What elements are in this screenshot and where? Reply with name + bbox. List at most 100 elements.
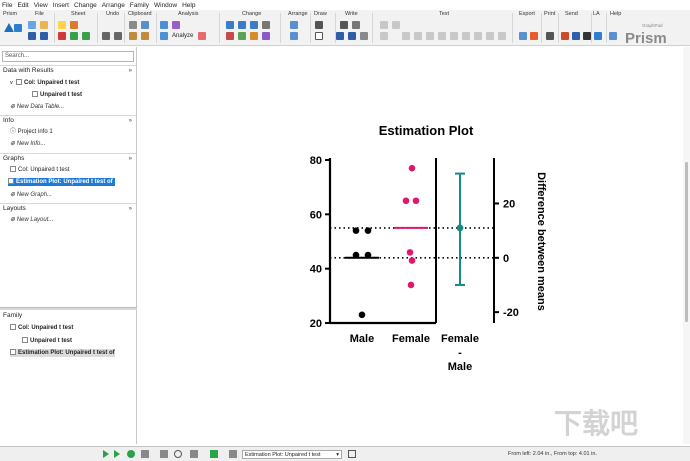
new-data-table-link[interactable]: ⊕ New Data Table...	[10, 103, 64, 111]
menu-view[interactable]: View	[34, 2, 48, 9]
cut-icon[interactable]	[129, 21, 137, 29]
change-graph-type-icon[interactable]	[226, 21, 234, 29]
refresh-icon[interactable]	[127, 450, 135, 458]
family-item-estimation[interactable]: Estimation Plot: Unpaired t test of	[10, 349, 115, 357]
next-sheet-icon[interactable]	[114, 450, 120, 458]
align-center-icon[interactable]	[498, 32, 506, 40]
table-view-icon[interactable]	[190, 450, 198, 458]
change-symbols-icon[interactable]	[238, 32, 246, 40]
write-text-icon[interactable]	[340, 21, 348, 29]
underline-icon[interactable]	[426, 32, 434, 40]
section-layouts-header[interactable]: Layouts »	[0, 203, 136, 213]
new-file-icon[interactable]	[28, 21, 36, 29]
change-axis-icon[interactable]	[250, 21, 258, 29]
align-icon[interactable]	[290, 21, 298, 29]
analysis-icon[interactable]	[160, 21, 168, 29]
analysis-params-icon[interactable]	[198, 32, 206, 40]
new-info-link[interactable]: ⊕ New Info...	[10, 140, 45, 148]
save-as-icon[interactable]	[40, 32, 48, 40]
delete-sheet-icon[interactable]	[58, 32, 66, 40]
link-icon[interactable]	[348, 450, 356, 458]
sheet-type-icon[interactable]	[229, 450, 237, 458]
bold-icon[interactable]	[402, 32, 410, 40]
send-email-icon[interactable]	[583, 32, 591, 40]
prev-sheet-icon[interactable]	[103, 450, 109, 458]
new-layout-link[interactable]: ⊕ New Layout...	[10, 216, 53, 224]
draw-line-icon[interactable]	[315, 21, 323, 29]
sheet-selector-dropdown[interactable]: Estimation Plot: Unpaired t test ▾	[242, 450, 342, 459]
change-color-icon[interactable]	[262, 21, 270, 29]
menu-arrange[interactable]: Arrange	[102, 2, 125, 9]
menu-help[interactable]: Help	[182, 2, 195, 9]
menu-window[interactable]: Window	[154, 2, 177, 9]
new-sheet-icon[interactable]	[58, 21, 66, 29]
subscript-icon[interactable]	[450, 32, 458, 40]
redo-icon[interactable]	[114, 32, 122, 40]
send-word-icon[interactable]	[572, 32, 580, 40]
section-info-header[interactable]: Info »	[0, 115, 136, 125]
menu-family[interactable]: Family	[130, 2, 149, 9]
send-powerpoint-icon[interactable]	[561, 32, 569, 40]
copy-icon[interactable]	[141, 21, 149, 29]
text-color-icon[interactable]	[474, 32, 482, 40]
change-bars-icon[interactable]	[250, 32, 258, 40]
save-icon[interactable]	[28, 32, 36, 40]
info-item[interactable]: ⓘ Project info 1	[10, 128, 53, 136]
graph-view-icon[interactable]	[210, 450, 218, 458]
search-input[interactable]: Search...	[2, 51, 134, 62]
change-scatter-icon[interactable]	[238, 21, 246, 29]
fit-icon[interactable]	[172, 21, 180, 29]
prism-home-icon[interactable]	[4, 23, 14, 32]
graph-item-estimation[interactable]: Estimation Plot: Unpaired t test of	[8, 178, 115, 186]
undo-icon[interactable]	[102, 32, 110, 40]
menu-change[interactable]: Change	[74, 2, 97, 9]
group-objects-icon[interactable]	[290, 32, 298, 40]
superscript-icon[interactable]	[438, 32, 446, 40]
print-icon[interactable]	[546, 32, 554, 40]
scrollbar-thumb[interactable]	[685, 162, 688, 322]
write-symbol-icon[interactable]	[352, 21, 360, 29]
sheet-sparkle-icon[interactable]	[70, 21, 78, 29]
align-left-icon[interactable]	[486, 32, 494, 40]
open-folder-icon[interactable]	[40, 21, 48, 29]
paste-special-icon[interactable]	[141, 32, 149, 40]
collapse-icon[interactable]: »	[129, 66, 132, 76]
italic-icon[interactable]	[414, 32, 422, 40]
font-size-down-icon[interactable]	[392, 21, 400, 29]
panel-splitter[interactable]	[0, 307, 137, 310]
menu-edit[interactable]: Edit	[17, 2, 28, 9]
change-format-icon[interactable]	[226, 32, 234, 40]
menu-insert[interactable]: Insert	[53, 2, 69, 9]
change-more-icon[interactable]	[262, 32, 270, 40]
text-t-alt-icon[interactable]	[348, 32, 356, 40]
greek-icon[interactable]	[462, 32, 470, 40]
export-pdf-icon[interactable]	[530, 32, 538, 40]
format-icon[interactable]	[380, 32, 388, 40]
section-graphs-header[interactable]: Graphs »	[0, 153, 136, 163]
graph-canvas[interactable]: Estimation Plot 20 40 60 80 -20 0 20 Male Fema…	[138, 47, 682, 444]
data-table-item[interactable]: v Col: Unpaired t test	[10, 79, 79, 87]
analyze-icon[interactable]	[160, 32, 168, 40]
result-item[interactable]: Unpaired t test	[32, 91, 82, 99]
pages-icon[interactable]	[160, 450, 168, 458]
section-data-header[interactable]: Data with Results »	[0, 65, 136, 75]
text-t-icon[interactable]	[336, 32, 344, 40]
navigator-icon[interactable]	[14, 24, 22, 32]
collapse-icon[interactable]: »	[129, 154, 132, 164]
export-icon[interactable]	[519, 32, 527, 40]
draw-shape-icon[interactable]	[315, 32, 323, 40]
la-icon[interactable]	[594, 32, 602, 40]
collapse-icon[interactable]: »	[129, 116, 132, 126]
help-icon[interactable]	[609, 32, 617, 40]
grid-view-icon[interactable]	[141, 450, 149, 458]
family-item-result[interactable]: Unpaired t test	[22, 337, 72, 345]
graph-item-col[interactable]: Col: Unpaired t test	[10, 166, 69, 174]
family-item-col[interactable]: Col: Unpaired t test	[10, 324, 73, 332]
text-box-icon[interactable]	[360, 32, 368, 40]
paste-icon[interactable]	[129, 32, 137, 40]
collapse-icon[interactable]: »	[129, 204, 132, 214]
new-graph-link[interactable]: ⊕ New Graph...	[10, 191, 52, 199]
font-size-up-icon[interactable]	[380, 21, 388, 29]
vertical-scrollbar[interactable]	[683, 47, 690, 444]
add-sheet-icon[interactable]	[70, 32, 78, 40]
